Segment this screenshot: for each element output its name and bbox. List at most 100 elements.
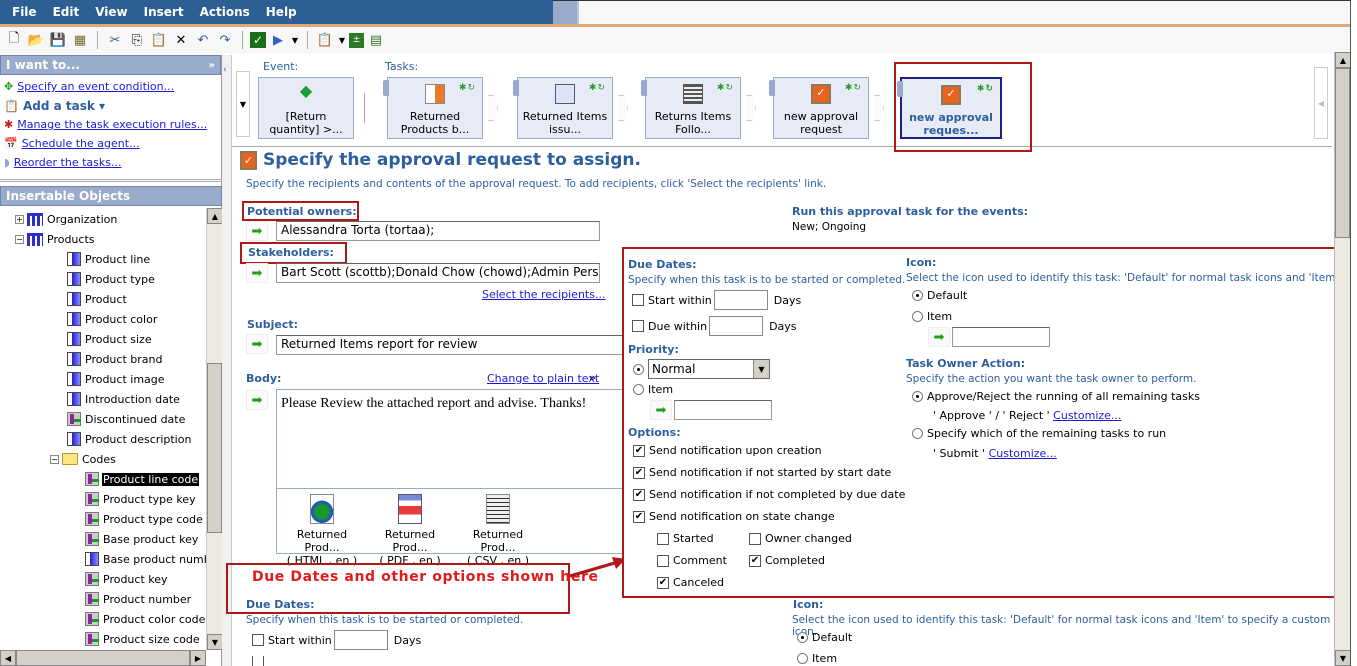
bottom-start-within-checkbox[interactable]: [252, 634, 264, 646]
i-want-to-item-reorder[interactable]: ◗ Reorder the tasks...: [0, 153, 221, 172]
tree-item[interactable]: Product size: [67, 330, 153, 348]
bottom-due-within-checkbox[interactable]: [252, 656, 264, 666]
tree-item[interactable]: − Products: [15, 230, 96, 248]
owner-changed-checkbox[interactable]: [749, 532, 761, 545]
add-task-icon[interactable]: 📋: [315, 30, 335, 50]
i-want-to-item-event-condition[interactable]: ✥ Specify an event condition...: [0, 77, 221, 96]
potential-owners-arrow-icon[interactable]: ➡: [246, 221, 268, 241]
main-scroll-up-button[interactable]: ▲: [1335, 52, 1351, 68]
menu-file[interactable]: File: [4, 5, 45, 19]
flow-dropdown-button[interactable]: ▼: [236, 71, 250, 137]
tree-item[interactable]: Discontinued date: [67, 410, 186, 428]
attachment-item[interactable]: Returned Prod... ( CSV , en ): [455, 494, 541, 567]
priority-select[interactable]: Normal ▼: [648, 359, 770, 379]
schedule-agent-link[interactable]: Schedule the agent...: [22, 137, 140, 150]
tree-item[interactable]: + Organization: [15, 210, 118, 228]
tree-item[interactable]: Product key: [85, 570, 169, 588]
collapse-icon[interactable]: −: [15, 234, 24, 244]
add-task-menu[interactable]: Add a task ▾: [23, 99, 105, 113]
drag-handle[interactable]: [383, 80, 389, 96]
expand-chevron-icon[interactable]: »: [589, 371, 596, 384]
approve-reject-radio[interactable]: [912, 391, 923, 402]
tree-item[interactable]: Product: [67, 290, 128, 308]
task-card[interactable]: ✓ ✱↻ new approval request: [769, 77, 869, 139]
specify-remaining-radio[interactable]: [912, 428, 923, 439]
scroll-left-button[interactable]: ◀: [0, 650, 16, 666]
tree-item[interactable]: Product description: [67, 430, 192, 448]
collapse-chevrons-icon[interactable]: »: [209, 60, 215, 71]
drag-handle[interactable]: [641, 80, 647, 96]
collapse-left-icon[interactable]: ‹: [223, 65, 227, 75]
i-want-to-item-add-task[interactable]: 📋 Add a task ▾: [0, 96, 221, 115]
canceled-checkbox[interactable]: ✔: [657, 576, 669, 589]
run-dropdown-icon[interactable]: ▼: [290, 30, 300, 50]
tree-item[interactable]: Product color: [67, 310, 158, 328]
icon-default-radio[interactable]: [912, 290, 923, 301]
tree-item[interactable]: Base product number: [85, 550, 222, 568]
priority-item-arrow-icon[interactable]: ➡: [650, 400, 672, 420]
due-within-checkbox[interactable]: [632, 320, 644, 332]
due-within-input[interactable]: [709, 316, 764, 336]
potential-owners-field[interactable]: Alessandra Torta (tortaa);: [276, 221, 600, 241]
tree-item[interactable]: Product size code: [85, 630, 201, 648]
subject-field[interactable]: Returned Items report for review: [276, 335, 626, 355]
save-icon[interactable]: 💾: [48, 30, 68, 50]
menu-help[interactable]: Help: [258, 5, 305, 19]
attachment-item[interactable]: Returned Prod... ( HTML , en ): [279, 494, 365, 567]
main-scroll-down-button[interactable]: ▼: [1335, 650, 1351, 666]
tree-item[interactable]: Product type: [67, 270, 156, 288]
select-recipients-link[interactable]: Select the recipients...: [482, 288, 605, 301]
stakeholders-field[interactable]: Bart Scott (scottb);Donald Chow (chowd);…: [276, 263, 600, 283]
menu-insert[interactable]: Insert: [136, 5, 192, 19]
bottom-start-within-input[interactable]: [333, 630, 388, 650]
tree-item[interactable]: Product type key: [85, 490, 197, 508]
collapse-icon[interactable]: −: [50, 454, 59, 464]
save-all-icon[interactable]: ▦: [70, 30, 90, 50]
tree-horizontal-scrollbar[interactable]: ◀ ▶: [0, 650, 206, 666]
start-within-input[interactable]: [713, 290, 768, 310]
undo-icon[interactable]: ↶: [193, 30, 213, 50]
run-icon[interactable]: ▶: [268, 30, 288, 50]
tree-item[interactable]: Product line: [67, 250, 151, 268]
expand-icon[interactable]: +: [15, 214, 24, 224]
notify-not-started-checkbox[interactable]: ✔: [633, 466, 645, 479]
priority-item-radio[interactable]: [633, 384, 644, 395]
main-vertical-scrollbar[interactable]: ▲ ▼: [1334, 52, 1351, 666]
task-card[interactable]: ✱↻ Returned Products b...: [383, 77, 483, 139]
i-want-to-header[interactable]: I want to... »: [0, 55, 221, 75]
stakeholders-arrow-icon[interactable]: ➡: [246, 263, 268, 283]
event-card[interactable]: ◆ [Return quantity] >...: [258, 77, 354, 139]
tree-item[interactable]: Base product key: [85, 530, 199, 548]
dropdown-arrow-icon[interactable]: ▼: [753, 360, 769, 378]
started-checkbox[interactable]: [657, 532, 669, 545]
customize-approve-link[interactable]: Customize...: [1053, 409, 1121, 422]
tree-item[interactable]: Product line code: [85, 470, 200, 488]
validate-icon[interactable]: ✓: [250, 32, 266, 48]
tree-item[interactable]: Introduction date: [67, 390, 181, 408]
bottom-item-radio[interactable]: [797, 653, 808, 664]
cut-icon[interactable]: ✂: [105, 30, 125, 50]
body-arrow-icon[interactable]: ➡: [246, 390, 268, 410]
properties-icon[interactable]: ▤: [366, 30, 386, 50]
priority-item-field[interactable]: [674, 400, 772, 420]
tree-item[interactable]: Product brand: [67, 350, 163, 368]
main-scroll-thumb[interactable]: [1335, 68, 1350, 238]
tree-item[interactable]: Product number: [85, 590, 192, 608]
open-icon[interactable]: 📂: [26, 30, 46, 50]
bottom-default-radio[interactable]: [797, 632, 808, 643]
menu-edit[interactable]: Edit: [45, 5, 88, 19]
change-to-plain-text-link[interactable]: Change to plain text: [487, 372, 599, 385]
body-editor[interactable]: Please Review the attached report and ad…: [276, 389, 626, 567]
notify-state-change-checkbox[interactable]: ✔: [633, 510, 645, 523]
hscroll-thumb[interactable]: [16, 650, 190, 666]
specify-event-condition-link[interactable]: Specify an event condition...: [17, 80, 174, 93]
new-icon[interactable]: 🗋: [4, 30, 24, 50]
task-card[interactable]: ✱↻ Returned Items issu...: [513, 77, 613, 139]
scroll-thumb[interactable]: [207, 363, 222, 533]
tree-vertical-scrollbar[interactable]: ▲ ▼: [206, 208, 223, 650]
tree-item[interactable]: Product color code: [85, 610, 206, 628]
manage-execution-rules-link[interactable]: Manage the task execution rules...: [17, 118, 207, 131]
scroll-down-button[interactable]: ▼: [207, 634, 223, 650]
delete-icon[interactable]: ✕: [171, 30, 191, 50]
tree-item[interactable]: Product type code: [85, 510, 204, 528]
